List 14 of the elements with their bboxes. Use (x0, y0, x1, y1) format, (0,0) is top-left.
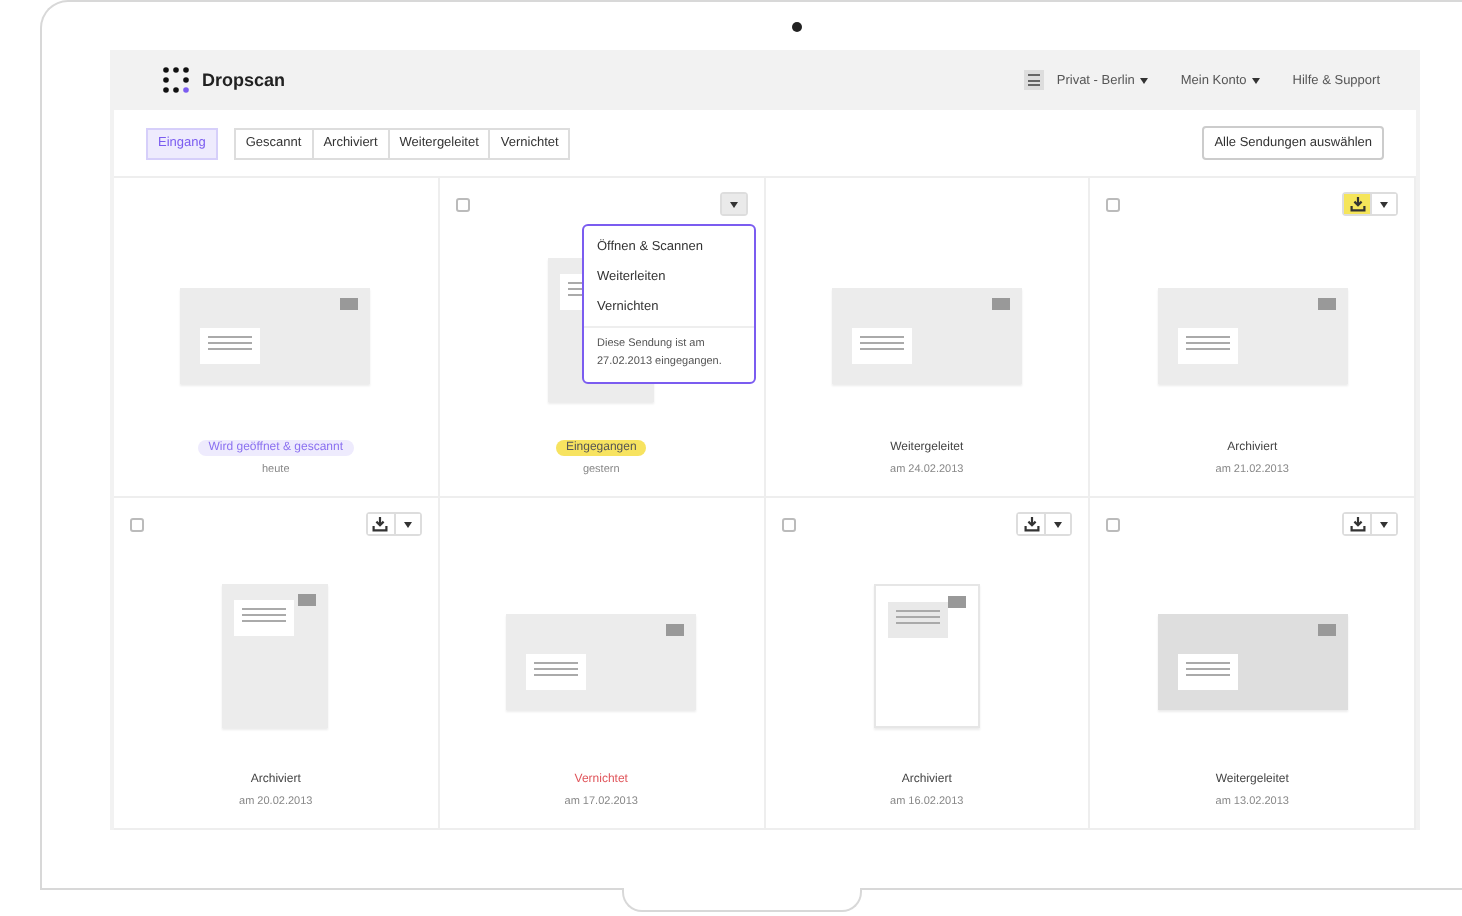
checkbox[interactable] (1106, 517, 1121, 531)
menu-icon[interactable] (1024, 70, 1045, 90)
download-button[interactable] (367, 514, 396, 534)
checkbox[interactable] (455, 197, 470, 211)
checkbox[interactable] (781, 517, 795, 531)
checkbox[interactable] (130, 517, 144, 531)
download-button[interactable] (1018, 514, 1047, 534)
logo-text: Dropscan (202, 70, 286, 90)
logo-icon (162, 66, 190, 94)
download-button[interactable] (1344, 194, 1372, 214)
download-button[interactable] (1344, 514, 1372, 534)
camera-icon (791, 21, 801, 31)
checkbox[interactable] (1106, 197, 1121, 211)
dropdown-button[interactable] (721, 194, 745, 214)
